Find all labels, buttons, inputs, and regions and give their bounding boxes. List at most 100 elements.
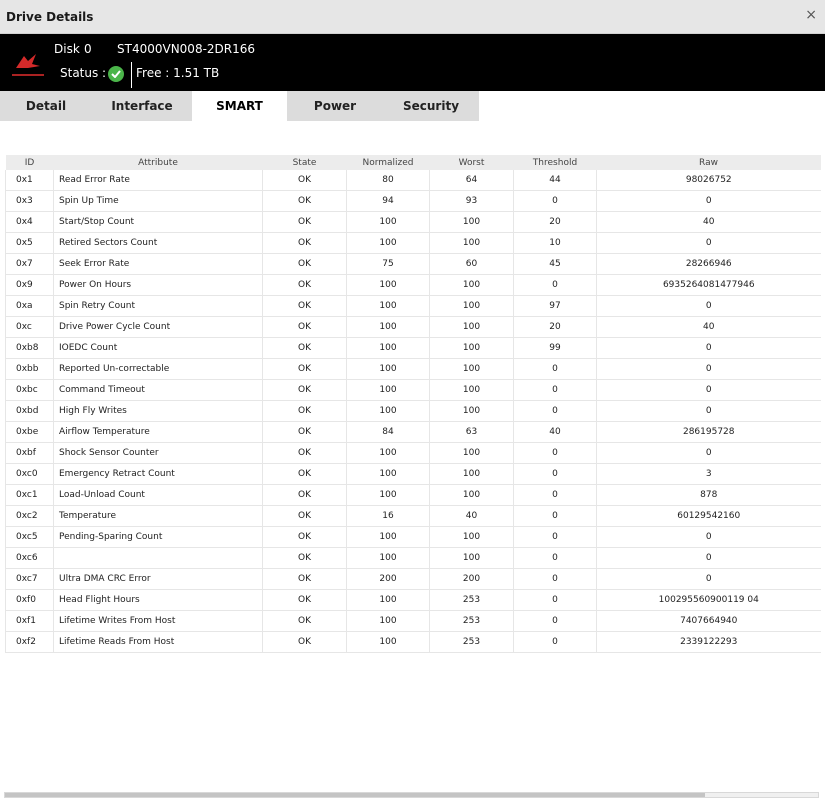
column-header-threshold[interactable]: Threshold	[513, 155, 597, 170]
cell-worst: 253	[429, 610, 514, 632]
cell-threshold: 0	[513, 274, 597, 296]
table-row[interactable]: 0xc Drive Power Cycle Count OK 100 100 20 40	[5, 316, 821, 338]
cell-worst: 100	[429, 547, 514, 569]
table-row[interactable]: 0x5 Retired Sectors Count OK 100 100 10 0	[5, 232, 821, 254]
header-divider	[131, 62, 132, 88]
cell-attribute: Retired Sectors Count	[53, 232, 263, 254]
cell-worst: 100	[429, 337, 514, 359]
table-row[interactable]: 0xc5 Pending-Sparing Count OK 100 100 0 0	[5, 526, 821, 548]
cell-raw: 7407664940	[596, 610, 821, 632]
table-row[interactable]: 0xbf Shock Sensor Counter OK 100 100 0 0	[5, 442, 821, 464]
table-row[interactable]: 0xb8 IOEDC Count OK 100 100 99 0	[5, 337, 821, 359]
cell-attribute: Command Timeout	[53, 379, 263, 401]
cell-normalized: 100	[346, 463, 430, 485]
cell-worst: 40	[429, 505, 514, 527]
cell-state: OK	[262, 505, 347, 527]
cell-raw: 40	[596, 316, 821, 338]
cell-state: OK	[262, 337, 347, 359]
cell-threshold: 0	[513, 631, 597, 653]
table-row[interactable]: 0xc1 Load-Unload Count OK 100 100 0 878	[5, 484, 821, 506]
cell-threshold: 20	[513, 316, 597, 338]
cell-attribute: Start/Stop Count	[53, 211, 263, 233]
cell-id: 0xc	[5, 316, 54, 338]
table-row[interactable]: 0xbb Reported Un-correctable OK 100 100 0 0	[5, 358, 821, 380]
scrollbar-thumb[interactable]	[5, 793, 705, 797]
cell-state: OK	[262, 170, 347, 191]
cell-normalized: 100	[346, 295, 430, 317]
cell-attribute: Spin Retry Count	[53, 295, 263, 317]
table-row[interactable]: 0xf1 Lifetime Writes From Host OK 100 253 0 74…	[5, 610, 821, 632]
cell-attribute: Ultra DMA CRC Error	[53, 568, 263, 590]
tab-smart[interactable]: SMART	[192, 91, 287, 121]
cell-worst: 100	[429, 400, 514, 422]
table-row[interactable]: 0x7 Seek Error Rate OK 75 60 45 28266946	[5, 253, 821, 275]
cell-attribute: Shock Sensor Counter	[53, 442, 263, 464]
cell-attribute: Read Error Rate	[53, 170, 263, 191]
cell-state: OK	[262, 253, 347, 275]
column-header-normalized[interactable]: Normalized	[346, 155, 430, 170]
check-circle-icon	[108, 66, 124, 82]
cell-raw: 0	[596, 337, 821, 359]
table-row[interactable]: 0x3 Spin Up Time OK 94 93 0 0	[5, 190, 821, 212]
cell-worst: 63	[429, 421, 514, 443]
cell-normalized: 100	[346, 589, 430, 611]
table-row[interactable]: 0xa Spin Retry Count OK 100 100 97 0	[5, 295, 821, 317]
table-row[interactable]: 0xc7 Ultra DMA CRC Error OK 200 200 0 0	[5, 568, 821, 590]
cell-attribute: Seek Error Rate	[53, 253, 263, 275]
column-header-attribute[interactable]: Attribute	[53, 155, 263, 170]
cell-state: OK	[262, 631, 347, 653]
cell-id: 0xbf	[5, 442, 54, 464]
table-row[interactable]: 0xbe Airflow Temperature OK 84 63 40 286195728	[5, 421, 821, 443]
cell-state: OK	[262, 358, 347, 380]
table-row[interactable]: 0xc0 Emergency Retract Count OK 100 100 0 3	[5, 463, 821, 485]
table-row[interactable]: 0xbd High Fly Writes OK 100 100 0 0	[5, 400, 821, 422]
table-row[interactable]: 0xf2 Lifetime Reads From Host OK 100 253 0 233…	[5, 631, 821, 653]
cell-state: OK	[262, 442, 347, 464]
cell-attribute: Head Flight Hours	[53, 589, 263, 611]
cell-worst: 100	[429, 316, 514, 338]
horizontal-scrollbar[interactable]	[4, 792, 819, 798]
cell-id: 0xbe	[5, 421, 54, 443]
cell-state: OK	[262, 400, 347, 422]
cell-state: OK	[262, 526, 347, 548]
cell-raw: 0	[596, 547, 821, 569]
cell-normalized: 100	[346, 400, 430, 422]
table-row[interactable]: 0xc6 OK 100 100 0 0	[5, 547, 821, 569]
cell-attribute: Lifetime Reads From Host	[53, 631, 263, 653]
tab-power[interactable]: Power	[287, 91, 383, 121]
cell-id: 0xbd	[5, 400, 54, 422]
close-icon[interactable]: ×	[805, 7, 817, 23]
cell-normalized: 100	[346, 610, 430, 632]
cell-raw: 0	[596, 358, 821, 380]
column-header-raw[interactable]: Raw	[596, 155, 821, 170]
column-header-worst[interactable]: Worst	[429, 155, 514, 170]
cell-raw: 0	[596, 526, 821, 548]
table-row[interactable]: 0x9 Power On Hours OK 100 100 0 69352640814779…	[5, 274, 821, 296]
cell-normalized: 100	[346, 442, 430, 464]
table-row[interactable]: 0xf0 Head Flight Hours OK 100 253 0 1002955609…	[5, 589, 821, 611]
tab-interface[interactable]: Interface	[92, 91, 192, 121]
cell-raw: 0	[596, 190, 821, 212]
column-header-state[interactable]: State	[262, 155, 347, 170]
cell-raw: 286195728	[596, 421, 821, 443]
cell-threshold: 44	[513, 170, 597, 191]
cell-worst: 253	[429, 631, 514, 653]
tab-detail[interactable]: Detail	[0, 91, 92, 121]
cell-state: OK	[262, 610, 347, 632]
cell-id: 0xf0	[5, 589, 54, 611]
table-row[interactable]: 0x4 Start/Stop Count OK 100 100 20 40	[5, 211, 821, 233]
cell-threshold: 99	[513, 337, 597, 359]
table-row[interactable]: 0xbc Command Timeout OK 100 100 0 0	[5, 379, 821, 401]
table-row[interactable]: 0xc2 Temperature OK 16 40 0 60129542160	[5, 505, 821, 527]
column-header-id[interactable]: ID	[5, 155, 54, 170]
table-row[interactable]: 0x1 Read Error Rate OK 80 64 44 98026752	[5, 170, 821, 191]
cell-state: OK	[262, 484, 347, 506]
cell-worst: 93	[429, 190, 514, 212]
cell-normalized: 100	[346, 232, 430, 254]
cell-normalized: 100	[346, 358, 430, 380]
cell-raw: 40	[596, 211, 821, 233]
cell-threshold: 0	[513, 190, 597, 212]
tab-security[interactable]: Security	[383, 91, 479, 121]
cell-state: OK	[262, 295, 347, 317]
cell-state: OK	[262, 547, 347, 569]
